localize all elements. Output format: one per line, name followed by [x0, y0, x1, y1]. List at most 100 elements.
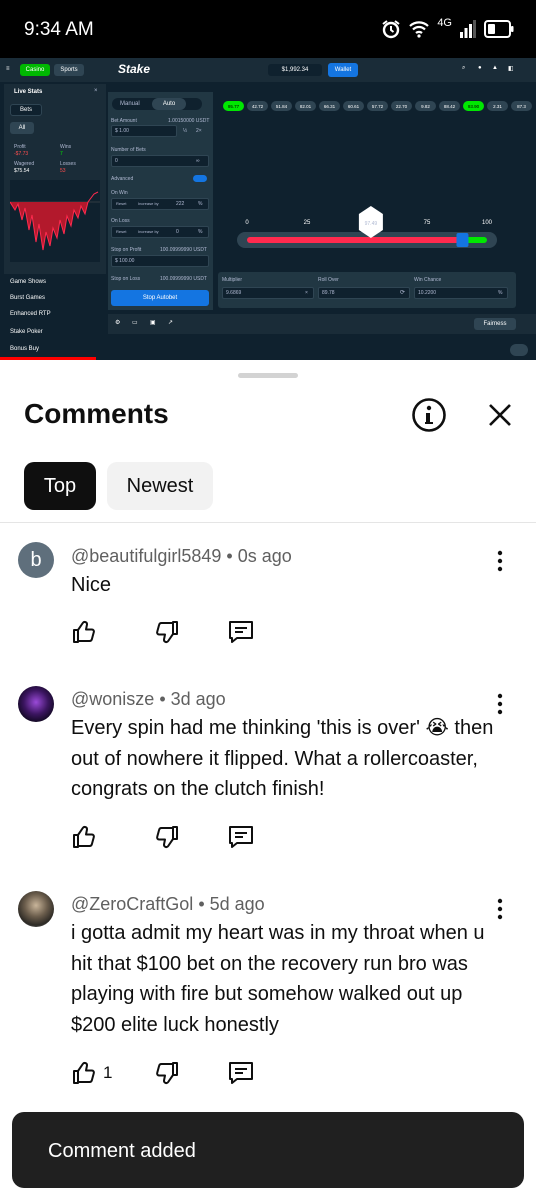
history-chip: 9.82: [415, 101, 436, 111]
slider-tick-label: 100: [482, 220, 493, 226]
comment-age: 5d ago: [209, 894, 265, 914]
bets-input[interactable]: [111, 155, 209, 167]
stats-icon[interactable]: ▣: [150, 319, 156, 326]
wifi-icon: [409, 21, 430, 38]
bets-value: 0: [115, 158, 118, 164]
history-chip: 2.31: [487, 101, 508, 111]
winchance-label: Win Chance: [414, 277, 442, 283]
stats-dropdown[interactable]: Bets: [10, 104, 42, 116]
history-chip: 51.84: [271, 101, 292, 111]
close-icon[interactable]: [488, 403, 512, 427]
divider: [0, 522, 536, 523]
menu-game-shows[interactable]: Game Shows: [10, 279, 46, 285]
half-button[interactable]: ½: [183, 128, 187, 134]
like-button[interactable]: 1: [71, 1058, 112, 1088]
more-options-icon[interactable]: [490, 692, 510, 716]
menu-bonus-buy[interactable]: Bonus Buy: [10, 346, 39, 352]
reply-button[interactable]: [228, 1058, 254, 1088]
avatar[interactable]: [18, 891, 54, 927]
balance-display[interactable]: $1,992.34: [268, 64, 322, 76]
tab-manual[interactable]: Manual: [120, 101, 140, 107]
drag-handle[interactable]: [238, 373, 298, 378]
on-win-reset[interactable]: Reset: [116, 201, 126, 206]
user-icon[interactable]: ●: [478, 65, 482, 71]
avatar[interactable]: [18, 686, 54, 722]
comments-title: Comments: [24, 398, 169, 429]
on-loss-increase[interactable]: Increase by: [138, 229, 159, 234]
reply-icon: [229, 826, 253, 848]
info-icon[interactable]: [411, 397, 447, 433]
sports-tab[interactable]: Sports: [54, 64, 84, 76]
swap-icon[interactable]: ⟳: [400, 289, 405, 296]
chat-icon[interactable]: ◧: [508, 65, 514, 72]
signal-icon: [460, 20, 476, 38]
more-options-icon[interactable]: [490, 897, 510, 921]
reply-button[interactable]: [228, 617, 254, 647]
comment-age: 3d ago: [170, 689, 226, 709]
reply-button[interactable]: [228, 822, 254, 852]
tab-top[interactable]: Top: [24, 462, 96, 510]
search-icon[interactable]: ⌕: [462, 65, 465, 72]
stop-loss-label: Stop on Loss: [111, 276, 141, 282]
losses-value: 53: [60, 168, 66, 174]
like-button[interactable]: [71, 617, 103, 647]
snackbar: Comment added: [12, 1112, 524, 1188]
site-logo: Stake: [118, 62, 151, 76]
tab-auto[interactable]: Auto: [152, 98, 186, 110]
on-loss-label: On Loss: [111, 218, 130, 224]
comment-meta: @ZeroCraftGol • 5d ago: [71, 894, 265, 914]
comment-author[interactable]: @beautifulgirl5849: [71, 546, 221, 566]
bet-amount-hint: 1.00150000 USDT: [168, 118, 210, 124]
dislike-button[interactable]: [154, 617, 180, 647]
on-loss-reset[interactable]: Reset: [116, 229, 126, 234]
on-win-percent: %: [198, 201, 203, 207]
menu-enhanced-rtp[interactable]: Enhanced RTP: [10, 311, 51, 317]
dislike-button[interactable]: [154, 1058, 180, 1088]
stop-autobet-button[interactable]: Stop Autobet: [111, 290, 209, 306]
multiplier-x: ×: [305, 290, 308, 296]
fairness-button[interactable]: Fairness: [474, 318, 516, 330]
casino-tab[interactable]: Casino: [20, 64, 50, 76]
double-button[interactable]: 2×: [196, 128, 202, 134]
close-stats-icon[interactable]: ×: [94, 88, 98, 94]
comment-actions: [71, 822, 271, 852]
reply-icon: [229, 621, 253, 643]
advanced-toggle[interactable]: [193, 175, 207, 182]
bell-icon[interactable]: ▲: [492, 65, 498, 71]
dislike-button[interactable]: [154, 822, 180, 852]
history-chip: 95.77: [223, 101, 244, 111]
more-options-icon[interactable]: [490, 549, 510, 573]
video-player[interactable]: ≡ Casino Sports Stake $1,992.34 Wallet ⌕…: [0, 58, 536, 360]
live-stats-title: Live Stats: [14, 89, 43, 95]
stop-profit-label: Stop on Profit: [111, 247, 142, 253]
slider-handle: [456, 233, 469, 247]
reply-icon: [229, 1062, 253, 1084]
menu-stake-poker[interactable]: Stake Poker: [10, 329, 43, 335]
theatre-icon[interactable]: ▭: [132, 319, 138, 326]
thumbs-up-icon: [73, 621, 95, 643]
on-win-label: On Win: [111, 190, 128, 196]
infinity-icon: ∞: [196, 158, 200, 164]
dice-slider[interactable]: 025507510097.49: [237, 202, 497, 252]
result-label: 97.49: [365, 221, 378, 227]
wallet-button[interactable]: Wallet: [328, 63, 358, 77]
multiplier-value: 9.6869: [226, 290, 242, 296]
stats-filter[interactable]: All: [10, 122, 34, 134]
like-button[interactable]: [71, 822, 103, 852]
menu-burst-games[interactable]: Burst Games: [10, 295, 45, 301]
winchance-percent: %: [498, 290, 503, 296]
on-win-increase[interactable]: Increase by: [138, 201, 159, 206]
comment-actions: [71, 617, 271, 647]
tab-newest[interactable]: Newest: [107, 462, 213, 510]
comment-item: b @beautifulgirl5849 • 0s ago Nice: [0, 540, 536, 660]
comment-author[interactable]: @ZeroCraftGol: [71, 894, 193, 914]
live-chat-icon[interactable]: [510, 344, 528, 356]
settings-icon[interactable]: ⚙: [115, 319, 120, 326]
popout-icon[interactable]: ↗: [168, 319, 173, 326]
snackbar-message: Comment added: [48, 1140, 196, 1162]
comment-author[interactable]: @wonisze: [71, 689, 154, 709]
slider-tick-label: 75: [424, 220, 431, 226]
avatar[interactable]: b: [18, 542, 54, 578]
comment-text: Every spin had me thinking 'this is over…: [71, 717, 494, 800]
menu-icon[interactable]: ≡: [6, 66, 10, 72]
